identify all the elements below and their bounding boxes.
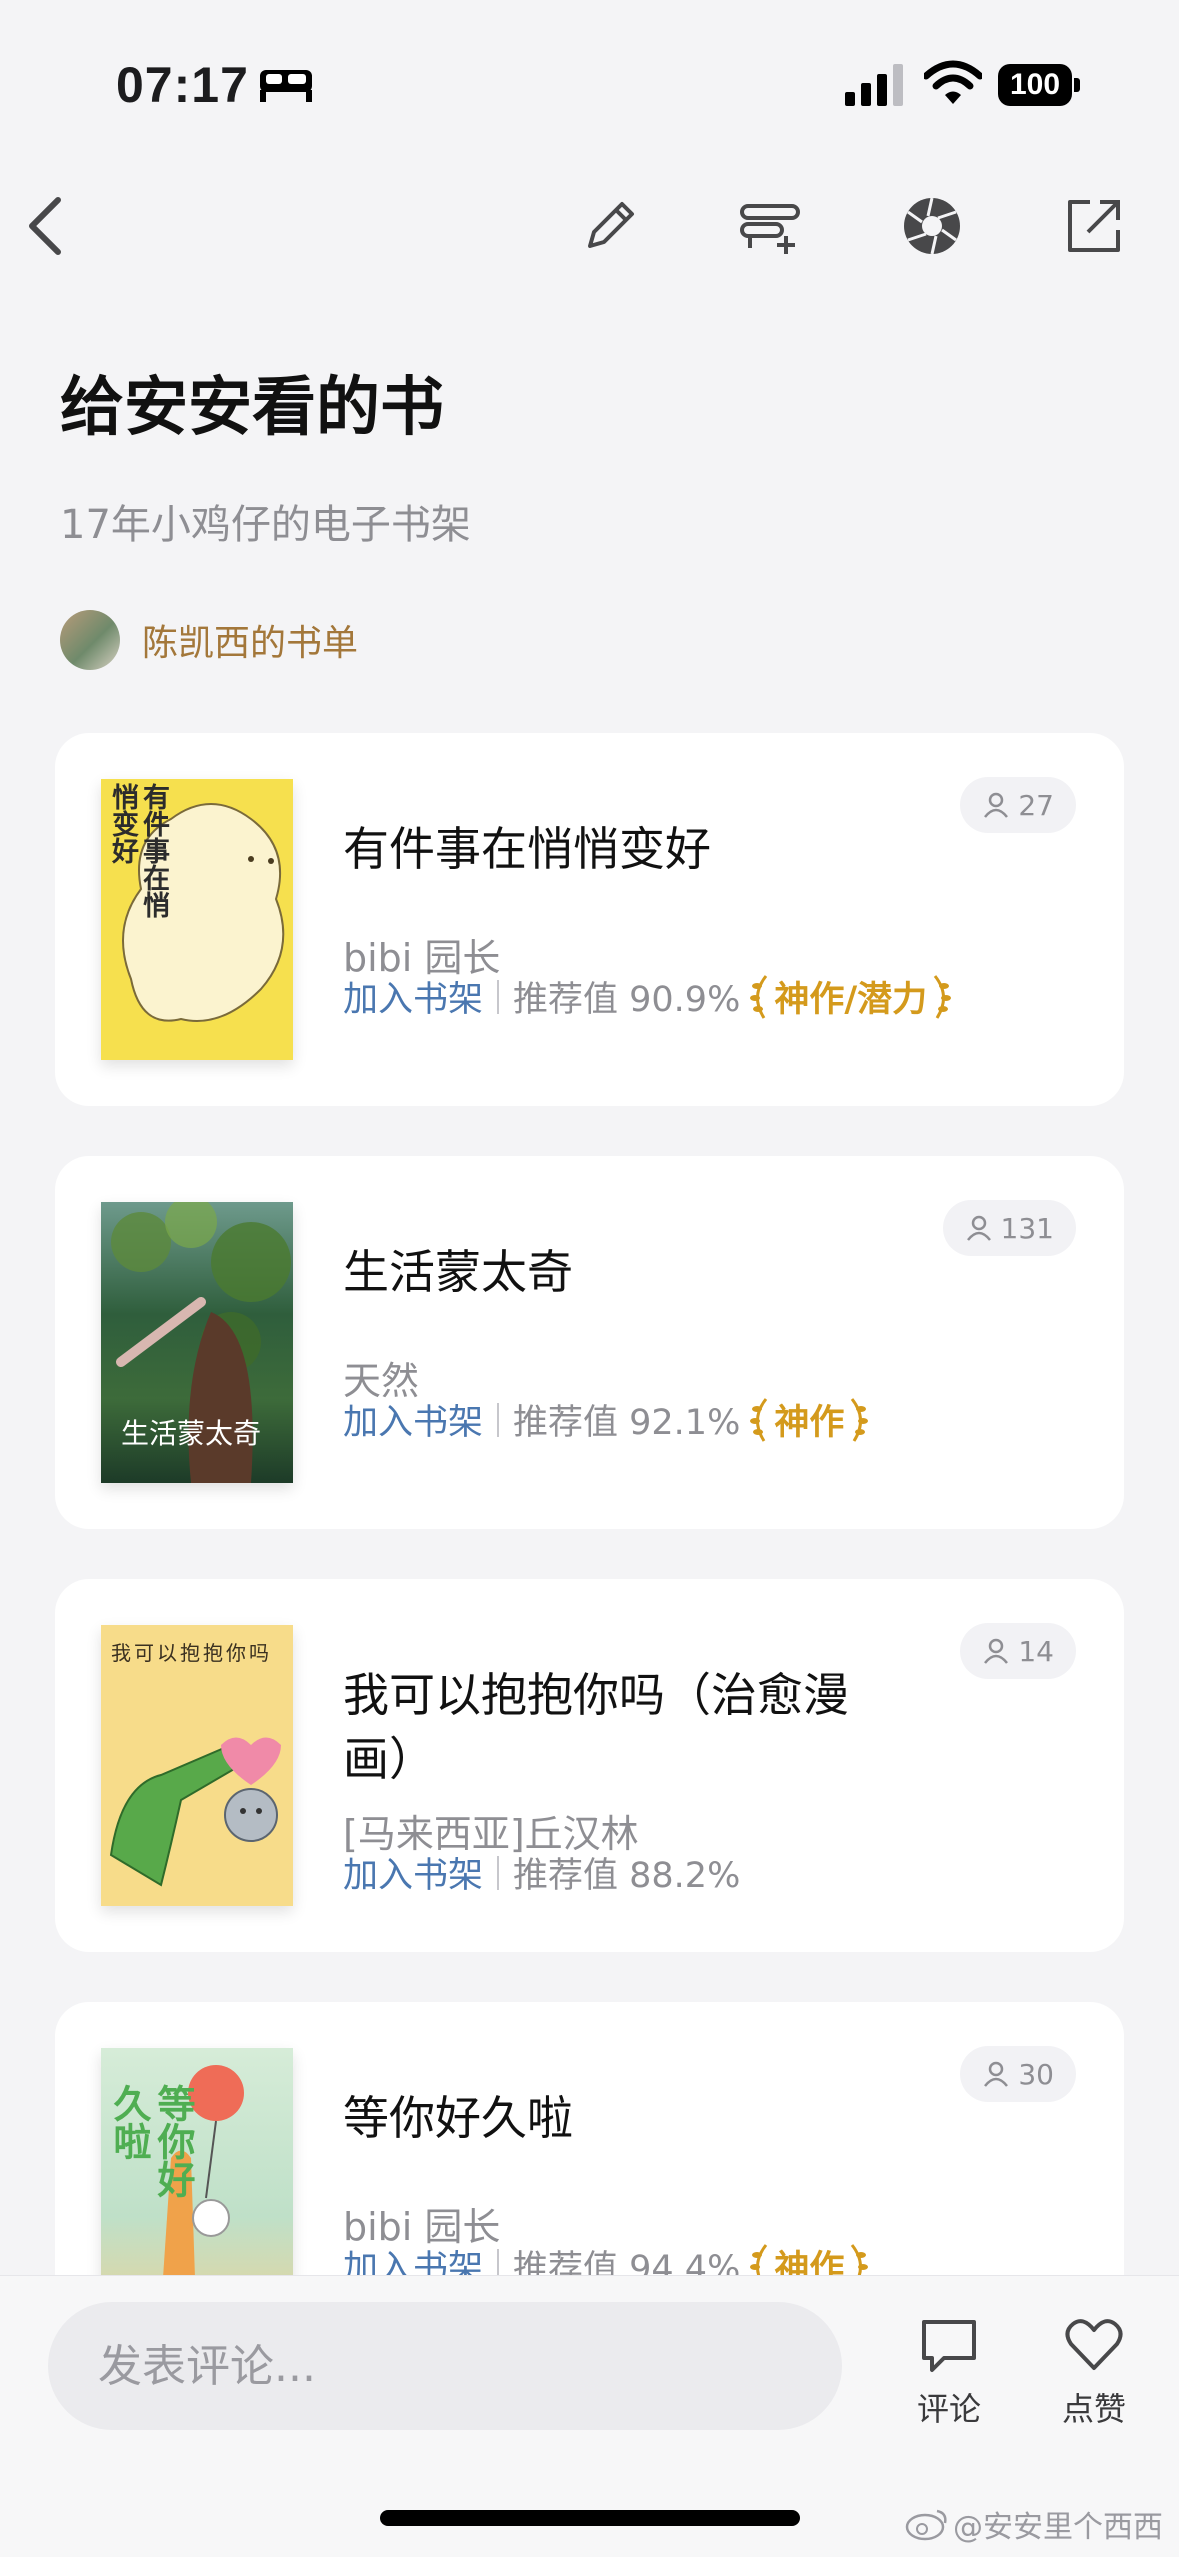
- cover-illustration: [109, 1737, 281, 1887]
- bed-icon: [260, 70, 312, 102]
- add-to-list-icon: [740, 204, 800, 254]
- watermark-text: @安安里个西西: [953, 2510, 1163, 2545]
- cover-title: 生活蒙太奇: [121, 1417, 262, 1450]
- back-button[interactable]: [8, 186, 88, 266]
- book-title[interactable]: 等你好久啦: [343, 2086, 903, 2150]
- share-button[interactable]: [1054, 186, 1134, 266]
- add-to-shelf-button[interactable]: 加入书架: [343, 1847, 483, 1898]
- reader-count: 131: [942, 1200, 1076, 1256]
- comment-label: 评论: [916, 2390, 981, 2428]
- page-title: 给安安看的书: [60, 370, 444, 445]
- battery-indicator: 100: [998, 64, 1080, 106]
- laurel-right-icon: [851, 1397, 869, 1442]
- list-description: 17年小鸡仔的电子书架: [60, 502, 471, 548]
- weibo-logo-icon: [905, 2509, 947, 2541]
- home-indicator[interactable]: [380, 2510, 800, 2526]
- recommend-value: 推荐值 90.9%: [513, 980, 741, 1020]
- book-meta: 加入书架 推荐值 90.9% 神作/潜力: [343, 971, 953, 1022]
- rating-badge: 神作: [748, 1394, 870, 1445]
- share-icon: [1068, 200, 1120, 252]
- add-to-shelf-button[interactable]: 加入书架: [343, 971, 483, 1022]
- reader-count-value: 131: [1000, 1211, 1054, 1245]
- book-card[interactable]: 有件事在悄悄变好 有件事在悄悄变好 bibi 园长 加入书架 推荐值 90.9%…: [55, 733, 1124, 1106]
- cover-title: 我可以抱抱你吗: [111, 1641, 272, 1665]
- battery-level: 100: [998, 64, 1072, 106]
- pencil-icon: [588, 202, 634, 248]
- edit-button[interactable]: [570, 186, 650, 266]
- cover-title: 等你好久啦: [107, 2084, 195, 2198]
- book-card[interactable]: 我可以抱抱你吗 我可以抱抱你吗（治愈漫画） [马来西亚]丘汉林 加入书架 推荐值…: [55, 1579, 1124, 1952]
- comment-button[interactable]: 评论: [894, 2314, 1004, 2430]
- book-card[interactable]: 生活蒙太奇 生活蒙太奇 天然 加入书架 推荐值 92.1% 神作 131: [55, 1156, 1124, 1529]
- avatar: [60, 610, 120, 670]
- add-to-list-button[interactable]: [730, 186, 810, 266]
- recommend-value: 推荐值 88.2%: [513, 1856, 741, 1896]
- rating-badge: 神作/潜力: [748, 971, 953, 1022]
- laurel-right-icon: [933, 974, 952, 1019]
- person-icon: [984, 792, 1009, 818]
- laurel-left-icon: [750, 974, 768, 1019]
- wifi-icon: [924, 60, 982, 104]
- list-owner[interactable]: 陈凯西的书单: [60, 610, 358, 670]
- reader-count: 27: [960, 777, 1076, 833]
- recommend-value: 推荐值 92.1%: [513, 1403, 741, 1443]
- book-cover: 我可以抱抱你吗: [101, 1625, 293, 1906]
- comment-input[interactable]: [48, 2302, 842, 2430]
- reader-count-value: 14: [1018, 1634, 1054, 1668]
- book-title[interactable]: 我可以抱抱你吗（治愈漫画）: [343, 1663, 903, 1791]
- reader-count: 14: [960, 1623, 1076, 1679]
- book-cover: 生活蒙太奇: [101, 1202, 293, 1483]
- book-meta: 加入书架 推荐值 88.2%: [343, 1847, 740, 1898]
- reader-count-value: 30: [1018, 2057, 1054, 2091]
- reader-count: 30: [960, 2046, 1076, 2102]
- like-button[interactable]: 点赞: [1039, 2314, 1149, 2430]
- book-meta: 加入书架 推荐值 92.1% 神作: [343, 1394, 870, 1445]
- owner-name: 陈凯西的书单: [142, 623, 359, 664]
- laurel-left-icon: [750, 1397, 768, 1442]
- aperture-button[interactable]: [892, 186, 972, 266]
- comment-icon: [922, 2320, 976, 2372]
- cover-title: 有件事在悄悄变好: [107, 783, 169, 918]
- badge-label: 神作/潜力: [774, 980, 928, 1020]
- badge-label: 神作: [774, 1403, 845, 1443]
- status-bar: 07:17 100: [0, 0, 1179, 150]
- book-cover: 有件事在悄悄变好: [101, 779, 293, 1060]
- book-title[interactable]: 有件事在悄悄变好: [343, 817, 903, 881]
- book-title[interactable]: 生活蒙太奇: [343, 1240, 903, 1304]
- status-time: 07:17: [116, 57, 249, 113]
- add-to-shelf-button[interactable]: 加入书架: [343, 1394, 483, 1445]
- person-icon: [966, 1215, 991, 1241]
- aperture-icon: [904, 197, 960, 255]
- reader-count-value: 27: [1018, 788, 1054, 822]
- chevron-left-icon: [29, 197, 61, 255]
- watermark: @安安里个西西: [905, 2502, 1163, 2546]
- like-label: 点赞: [1061, 2390, 1126, 2428]
- person-icon: [984, 2061, 1009, 2087]
- cellular-signal-icon: [845, 64, 903, 106]
- person-icon: [984, 1638, 1009, 1664]
- heart-icon: [1065, 2319, 1123, 2370]
